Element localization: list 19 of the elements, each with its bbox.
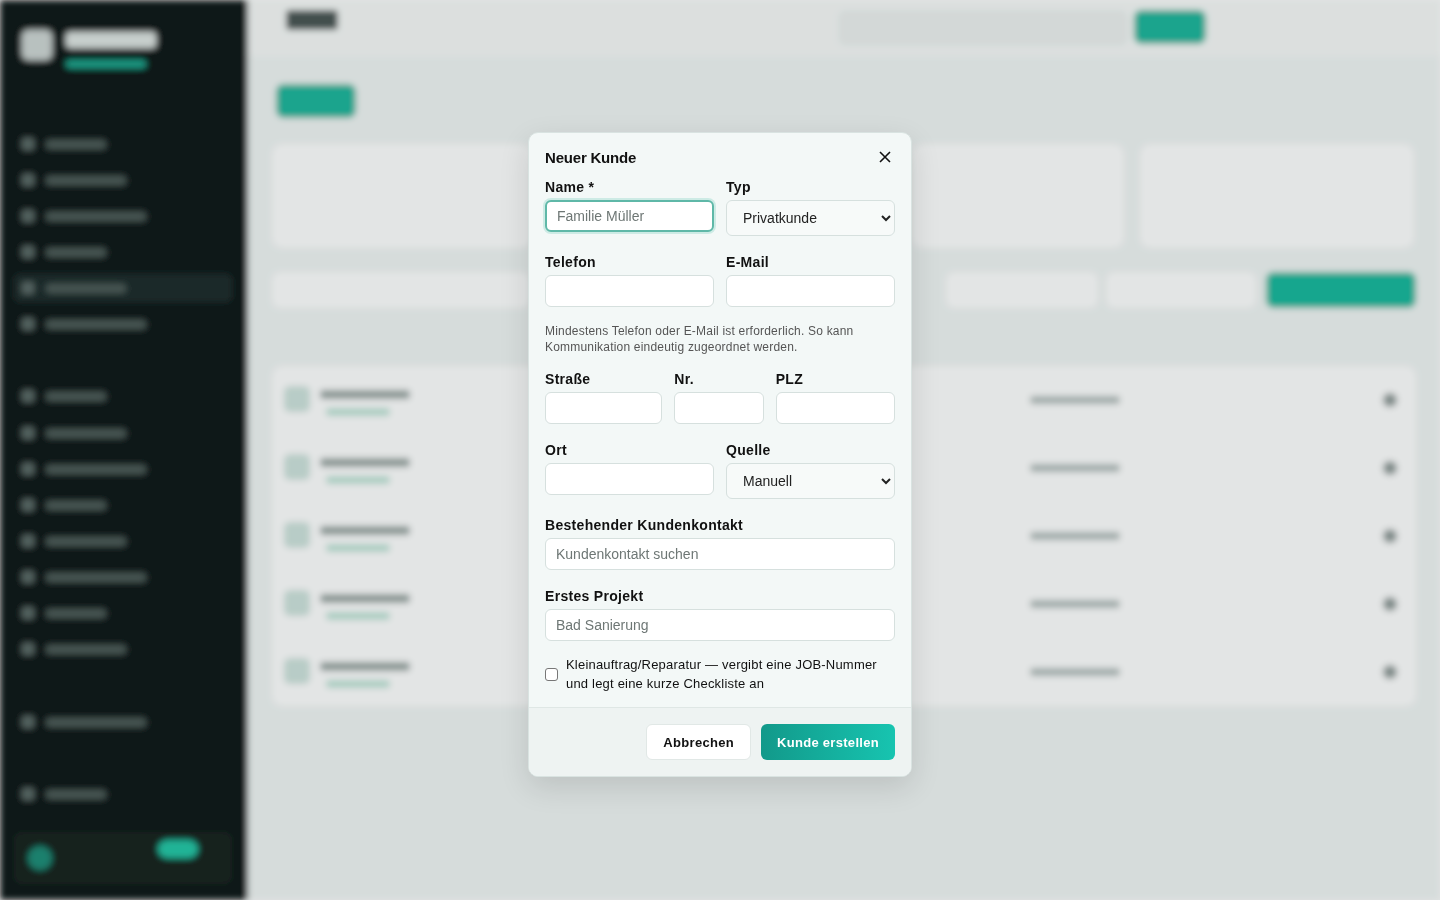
cancel-button[interactable]: Abbrechen	[646, 724, 751, 760]
field-label: E-Mail	[726, 254, 771, 270]
checkbox[interactable]	[545, 667, 558, 681]
hint-text: Mindestens Telefon oder E-Mail ist erforderlich. So kann Kommunikation eindeutig zugeordnet werden.	[545, 323, 855, 355]
field-label: Straße	[545, 371, 592, 387]
dialog-title: Neuer Kunde	[545, 148, 637, 166]
select-field[interactable]: Privatkunde	[726, 200, 895, 236]
field-label: Nr.	[674, 371, 695, 387]
select-field[interactable]: Manuell	[726, 463, 895, 499]
field-label: Typ	[726, 179, 752, 195]
field-label: Erstes Projekt	[545, 588, 645, 604]
field-label: Telefon	[545, 254, 597, 270]
field-label: Ort	[545, 442, 568, 458]
field-label: Bestehender Kundenkontakt	[545, 517, 745, 533]
field-label: Name *	[545, 179, 596, 195]
field-label: PLZ	[775, 371, 805, 387]
checkbox-label: Kleinauftrag/Reparatur — vergibt eine JOB-Nummer und legt eine kurze Checkliste an	[566, 656, 878, 693]
input-field[interactable]: Familie Müller	[545, 200, 714, 232]
field-label: Quelle	[726, 442, 772, 458]
